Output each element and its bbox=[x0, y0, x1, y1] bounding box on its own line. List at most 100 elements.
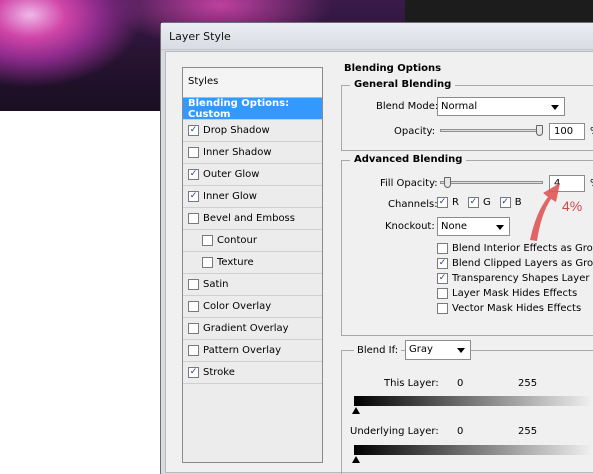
option-transparency-shapes-layer[interactable]: ✓ Transparency Shapes Layer bbox=[437, 271, 593, 286]
style-item-checkbox[interactable] bbox=[188, 213, 199, 224]
channel-g-option[interactable]: ✓ G bbox=[467, 197, 491, 208]
styles-header[interactable]: Styles bbox=[183, 68, 322, 98]
style-item-label: Blending Options: Custom bbox=[188, 97, 290, 120]
fill-opacity-input[interactable]: 4 bbox=[549, 175, 585, 192]
opacity-label: Opacity: bbox=[394, 126, 436, 137]
opacity-slider-handle[interactable] bbox=[536, 125, 543, 136]
style-item-stroke[interactable]: ✓ Stroke bbox=[183, 362, 322, 384]
underlying-layer-min: 0 bbox=[457, 426, 464, 437]
style-item-checkbox[interactable]: ✓ bbox=[188, 169, 199, 180]
knockout-value: None bbox=[441, 221, 468, 232]
general-blending-title: General Blending bbox=[350, 79, 456, 90]
channel-label: G bbox=[482, 197, 491, 208]
option-blend-interior-effects-as-group[interactable]: Blend Interior Effects as Group bbox=[437, 241, 593, 256]
blending-options-title: Blending Options bbox=[344, 63, 442, 74]
chevron-down-icon bbox=[496, 225, 504, 230]
option-blend-clipped-layers-as-group[interactable]: ✓ Blend Clipped Layers as Group bbox=[437, 256, 593, 271]
knockout-select[interactable]: None bbox=[437, 217, 510, 236]
channels-group: ✓ R ✓ G ✓ B bbox=[437, 197, 526, 208]
general-blending-group: General Blending Blend Mode: Normal Opac… bbox=[341, 79, 593, 151]
option-label: Transparency Shapes Layer bbox=[452, 273, 590, 284]
fill-opacity-label: Fill Opacity: bbox=[380, 178, 438, 189]
style-item-checkbox[interactable] bbox=[202, 235, 213, 246]
underlying-layer-label: Underlying Layer: bbox=[350, 426, 439, 437]
blend-mode-select[interactable]: Normal bbox=[437, 97, 565, 116]
style-item-blending-options-custom[interactable]: Blending Options: Custom bbox=[183, 98, 322, 120]
annotation-label: 4% bbox=[562, 198, 583, 214]
this-layer-max: 255 bbox=[518, 378, 538, 389]
channel-label: R bbox=[452, 197, 459, 208]
blend-mode-label: Blend Mode: bbox=[376, 101, 439, 112]
knockout-label: Knockout: bbox=[385, 221, 435, 232]
channel-label: B bbox=[514, 197, 522, 208]
fill-opacity-slider-track[interactable] bbox=[440, 181, 543, 184]
option-layer-mask-hides-effects[interactable]: Layer Mask Hides Effects bbox=[437, 286, 593, 301]
option-checkbox[interactable] bbox=[437, 288, 448, 299]
style-item-label: Satin bbox=[203, 279, 229, 290]
style-item-drop-shadow[interactable]: ✓ Drop Shadow bbox=[183, 120, 322, 142]
opacity-input[interactable]: 100 bbox=[549, 123, 585, 140]
channel-b-option[interactable]: ✓ B bbox=[499, 197, 522, 208]
style-item-checkbox[interactable]: ✓ bbox=[188, 191, 199, 202]
option-checkbox[interactable]: ✓ bbox=[437, 258, 448, 269]
style-item-checkbox[interactable] bbox=[188, 323, 199, 334]
chevron-down-icon bbox=[457, 348, 465, 353]
channel-checkbox[interactable]: ✓ bbox=[499, 197, 511, 208]
style-item-checkbox[interactable] bbox=[188, 345, 199, 356]
option-label: Blend Interior Effects as Group bbox=[452, 243, 593, 254]
advanced-blending-title: Advanced Blending bbox=[350, 154, 467, 165]
style-item-checkbox[interactable] bbox=[202, 257, 213, 268]
style-item-checkbox[interactable] bbox=[188, 301, 199, 312]
underlying-layer-max: 255 bbox=[518, 426, 538, 437]
style-item-label: Gradient Overlay bbox=[203, 323, 289, 334]
style-item-satin[interactable]: Satin bbox=[183, 274, 322, 296]
style-item-label: Color Overlay bbox=[203, 301, 272, 312]
opacity-slider-track[interactable] bbox=[440, 129, 543, 132]
style-item-checkbox[interactable] bbox=[188, 279, 199, 290]
underlying-layer-gradient-bar bbox=[354, 445, 593, 455]
this-layer-black-slider[interactable] bbox=[352, 407, 360, 414]
blend-mode-value: Normal bbox=[441, 101, 478, 112]
style-item-inner-shadow[interactable]: Inner Shadow bbox=[183, 142, 322, 164]
dialog-titlebar[interactable]: Layer Style bbox=[161, 23, 593, 50]
style-item-checkbox[interactable]: ✓ bbox=[188, 125, 199, 136]
this-layer-gradient-bar bbox=[354, 396, 593, 406]
channel-checkbox[interactable]: ✓ bbox=[467, 197, 479, 208]
channel-r-option[interactable]: ✓ R bbox=[437, 197, 459, 208]
style-item-checkbox[interactable] bbox=[188, 147, 199, 158]
underlying-layer-black-slider[interactable] bbox=[352, 456, 360, 463]
this-layer-min: 0 bbox=[457, 378, 464, 389]
option-label: Vector Mask Hides Effects bbox=[452, 303, 582, 314]
channel-checkbox[interactable]: ✓ bbox=[437, 197, 448, 208]
option-checkbox[interactable] bbox=[437, 303, 448, 314]
option-vector-mask-hides-effects[interactable]: Vector Mask Hides Effects bbox=[437, 301, 593, 316]
blend-if-select[interactable]: Gray bbox=[405, 340, 471, 360]
dialog-title: Layer Style bbox=[169, 30, 231, 43]
style-item-label: Inner Shadow bbox=[203, 147, 272, 158]
option-checkbox[interactable] bbox=[437, 243, 448, 254]
style-item-pattern-overlay[interactable]: Pattern Overlay bbox=[183, 340, 322, 362]
style-item-color-overlay[interactable]: Color Overlay bbox=[183, 296, 322, 318]
style-item-contour[interactable]: Contour bbox=[183, 230, 322, 252]
option-checkbox[interactable]: ✓ bbox=[437, 273, 448, 284]
dialog-body: Styles Blending Options: Custom ✓ Drop Sha… bbox=[165, 51, 593, 474]
style-item-bevel-and-emboss[interactable]: Bevel and Emboss bbox=[183, 208, 322, 230]
style-item-gradient-overlay[interactable]: Gradient Overlay bbox=[183, 318, 322, 340]
style-item-checkbox[interactable]: ✓ bbox=[188, 367, 199, 378]
layer-style-dialog: Layer Style Styles Blending Options: Cus… bbox=[160, 22, 593, 474]
style-item-label: Stroke bbox=[203, 367, 235, 378]
blend-if-label: Blend If: bbox=[354, 345, 402, 356]
styles-list: Styles Blending Options: Custom ✓ Drop Sha… bbox=[182, 67, 323, 463]
fill-opacity-slider-handle[interactable] bbox=[443, 177, 451, 188]
channels-label: Channels: bbox=[388, 199, 438, 210]
advanced-options-list: Blend Interior Effects as Group ✓ Blend Cl… bbox=[437, 241, 593, 316]
fill-opacity-value: 4 bbox=[554, 178, 561, 189]
style-item-outer-glow[interactable]: ✓ Outer Glow bbox=[183, 164, 322, 186]
chevron-down-icon bbox=[551, 105, 559, 110]
opacity-value: 100 bbox=[554, 126, 574, 137]
style-item-label: Inner Glow bbox=[203, 191, 257, 202]
style-item-inner-glow[interactable]: ✓ Inner Glow bbox=[183, 186, 322, 208]
style-rows: Blending Options: Custom ✓ Drop Shadow Inne… bbox=[183, 98, 322, 384]
style-item-label: Drop Shadow bbox=[203, 125, 270, 136]
style-item-texture[interactable]: Texture bbox=[183, 252, 322, 274]
